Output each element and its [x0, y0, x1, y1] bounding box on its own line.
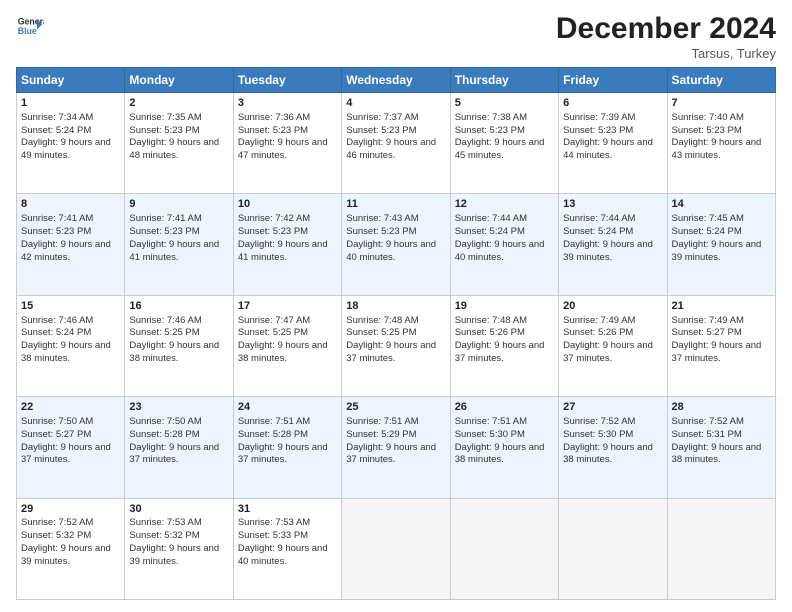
table-row: 17Sunrise: 7:47 AMSunset: 5:25 PMDayligh… [233, 295, 341, 396]
table-row: 1Sunrise: 7:34 AMSunset: 5:24 PMDaylight… [17, 93, 125, 194]
table-row: 15Sunrise: 7:46 AMSunset: 5:24 PMDayligh… [17, 295, 125, 396]
col-monday: Monday [125, 68, 233, 93]
svg-text:Blue: Blue [18, 26, 37, 36]
table-row: 21Sunrise: 7:49 AMSunset: 5:27 PMDayligh… [667, 295, 775, 396]
table-row: 27Sunrise: 7:52 AMSunset: 5:30 PMDayligh… [559, 397, 667, 498]
table-row [667, 498, 775, 599]
col-tuesday: Tuesday [233, 68, 341, 93]
table-row: 24Sunrise: 7:51 AMSunset: 5:28 PMDayligh… [233, 397, 341, 498]
table-row: 30Sunrise: 7:53 AMSunset: 5:32 PMDayligh… [125, 498, 233, 599]
table-row: 31Sunrise: 7:53 AMSunset: 5:33 PMDayligh… [233, 498, 341, 599]
logo-icon: General Blue [16, 12, 44, 40]
table-row: 18Sunrise: 7:48 AMSunset: 5:25 PMDayligh… [342, 295, 450, 396]
header: General Blue December 2024 Tarsus, Turke… [16, 12, 776, 61]
table-row: 5Sunrise: 7:38 AMSunset: 5:23 PMDaylight… [450, 93, 558, 194]
table-row [559, 498, 667, 599]
table-row [450, 498, 558, 599]
calendar-row: 8Sunrise: 7:41 AMSunset: 5:23 PMDaylight… [17, 194, 776, 295]
col-thursday: Thursday [450, 68, 558, 93]
table-row: 6Sunrise: 7:39 AMSunset: 5:23 PMDaylight… [559, 93, 667, 194]
table-row: 2Sunrise: 7:35 AMSunset: 5:23 PMDaylight… [125, 93, 233, 194]
page: General Blue December 2024 Tarsus, Turke… [0, 0, 792, 612]
table-row: 29Sunrise: 7:52 AMSunset: 5:32 PMDayligh… [17, 498, 125, 599]
table-row: 16Sunrise: 7:46 AMSunset: 5:25 PMDayligh… [125, 295, 233, 396]
table-row: 3Sunrise: 7:36 AMSunset: 5:23 PMDaylight… [233, 93, 341, 194]
table-row: 13Sunrise: 7:44 AMSunset: 5:24 PMDayligh… [559, 194, 667, 295]
calendar-table: Sunday Monday Tuesday Wednesday Thursday… [16, 67, 776, 600]
table-row: 4Sunrise: 7:37 AMSunset: 5:23 PMDaylight… [342, 93, 450, 194]
table-row: 23Sunrise: 7:50 AMSunset: 5:28 PMDayligh… [125, 397, 233, 498]
table-row: 22Sunrise: 7:50 AMSunset: 5:27 PMDayligh… [17, 397, 125, 498]
subtitle: Tarsus, Turkey [556, 46, 776, 61]
table-row: 7Sunrise: 7:40 AMSunset: 5:23 PMDaylight… [667, 93, 775, 194]
table-row: 14Sunrise: 7:45 AMSunset: 5:24 PMDayligh… [667, 194, 775, 295]
table-row: 12Sunrise: 7:44 AMSunset: 5:24 PMDayligh… [450, 194, 558, 295]
table-row: 28Sunrise: 7:52 AMSunset: 5:31 PMDayligh… [667, 397, 775, 498]
table-row: 11Sunrise: 7:43 AMSunset: 5:23 PMDayligh… [342, 194, 450, 295]
table-row: 26Sunrise: 7:51 AMSunset: 5:30 PMDayligh… [450, 397, 558, 498]
table-row: 10Sunrise: 7:42 AMSunset: 5:23 PMDayligh… [233, 194, 341, 295]
col-wednesday: Wednesday [342, 68, 450, 93]
table-row: 8Sunrise: 7:41 AMSunset: 5:23 PMDaylight… [17, 194, 125, 295]
table-row: 9Sunrise: 7:41 AMSunset: 5:23 PMDaylight… [125, 194, 233, 295]
table-row: 19Sunrise: 7:48 AMSunset: 5:26 PMDayligh… [450, 295, 558, 396]
month-title: December 2024 [556, 12, 776, 46]
calendar-row: 29Sunrise: 7:52 AMSunset: 5:32 PMDayligh… [17, 498, 776, 599]
header-row: Sunday Monday Tuesday Wednesday Thursday… [17, 68, 776, 93]
logo: General Blue [16, 12, 44, 40]
title-block: December 2024 Tarsus, Turkey [556, 12, 776, 61]
table-row [342, 498, 450, 599]
table-row: 25Sunrise: 7:51 AMSunset: 5:29 PMDayligh… [342, 397, 450, 498]
calendar-row: 1Sunrise: 7:34 AMSunset: 5:24 PMDaylight… [17, 93, 776, 194]
col-saturday: Saturday [667, 68, 775, 93]
calendar-row: 15Sunrise: 7:46 AMSunset: 5:24 PMDayligh… [17, 295, 776, 396]
col-sunday: Sunday [17, 68, 125, 93]
calendar-row: 22Sunrise: 7:50 AMSunset: 5:27 PMDayligh… [17, 397, 776, 498]
col-friday: Friday [559, 68, 667, 93]
table-row: 20Sunrise: 7:49 AMSunset: 5:26 PMDayligh… [559, 295, 667, 396]
